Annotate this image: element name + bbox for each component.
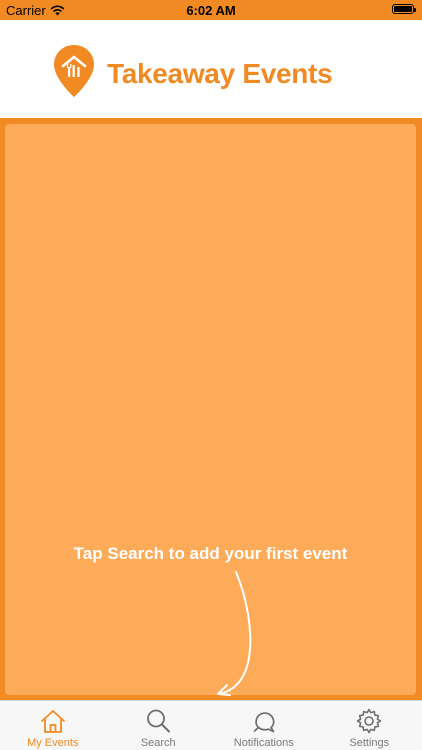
empty-state-hint: Tap Search to add your first event — [73, 544, 348, 563]
battery-icon — [392, 4, 416, 14]
tab-label: My Events — [27, 737, 79, 749]
tab-search[interactable]: Search — [106, 701, 212, 750]
tab-label: Notifications — [233, 737, 294, 749]
tab-bar: My Events Search Notifications Settings — [0, 700, 422, 750]
search-icon — [147, 709, 171, 733]
home-icon — [40, 710, 65, 733]
status-time: 6:02 AM — [186, 3, 236, 18]
tab-notifications[interactable]: Notifications — [211, 701, 317, 750]
tab-label: Settings — [349, 737, 390, 749]
status-bar: Carrier 6:02 AM — [0, 0, 422, 20]
tab-my-events[interactable]: My Events — [0, 701, 106, 750]
app-header: Takeaway Events — [0, 20, 422, 118]
hint-arrow-icon — [217, 571, 252, 696]
bell-icon — [253, 712, 275, 733]
main-content: Tap Search to add your first event — [0, 118, 422, 700]
takeaway-logo-icon — [54, 45, 94, 97]
tab-label: Search — [140, 737, 176, 749]
events-empty-state: Tap Search to add your first event — [5, 124, 416, 696]
tab-settings[interactable]: Settings — [317, 701, 422, 750]
gear-icon — [356, 708, 382, 734]
brand-name: Takeaway Events — [107, 58, 333, 89]
